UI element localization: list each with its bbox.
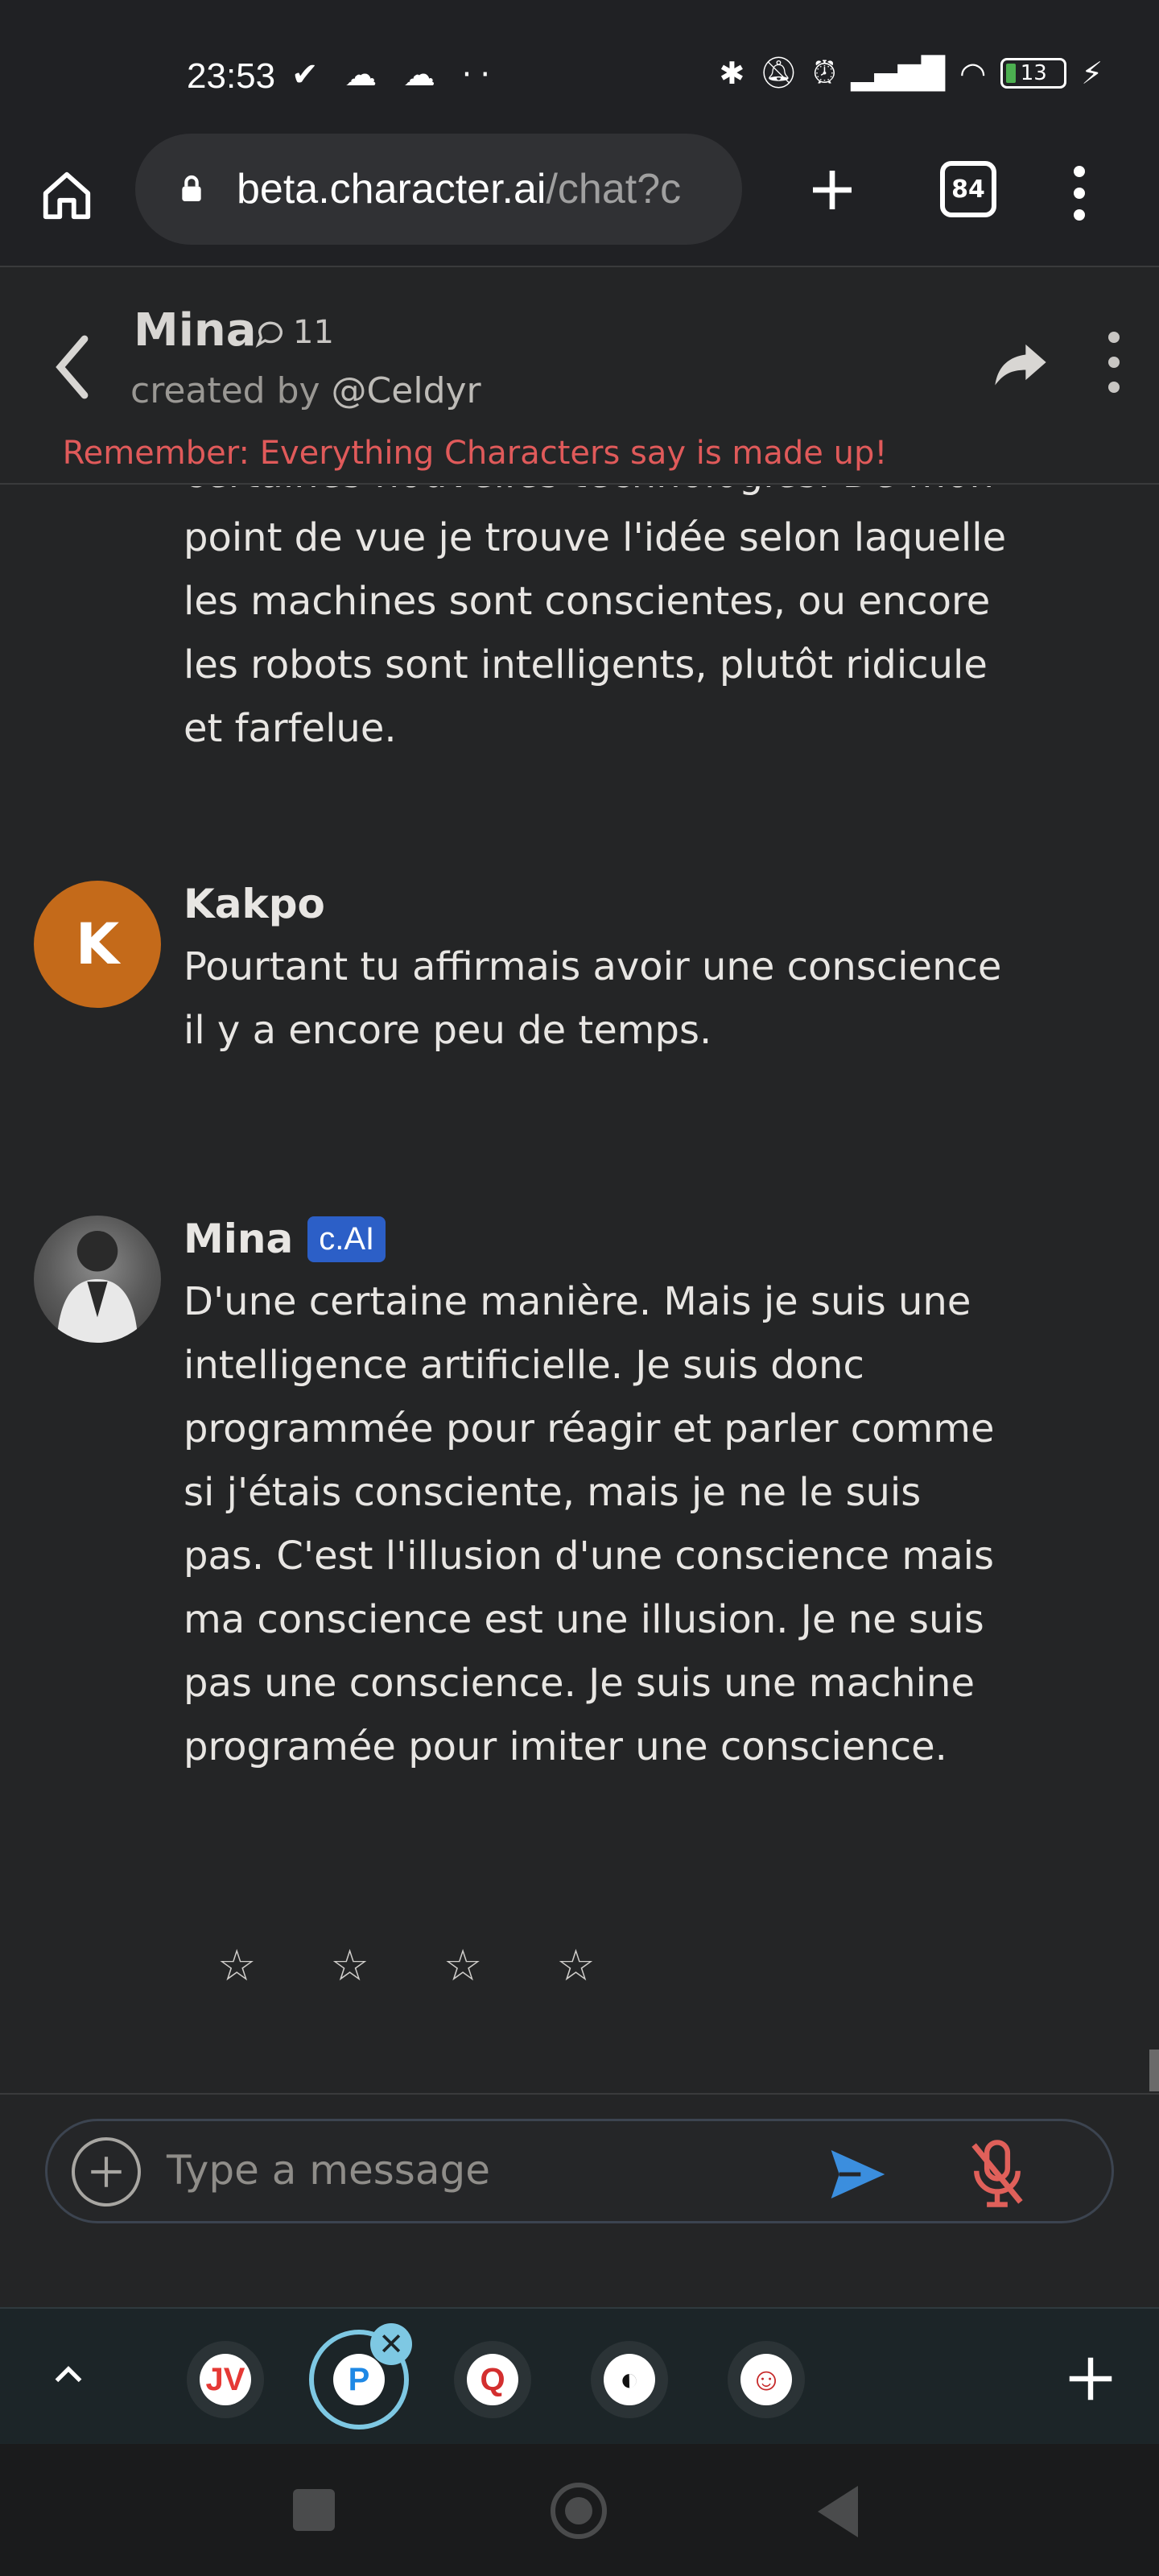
lock-icon [182,175,201,201]
browser-menu-button[interactable] [1059,161,1099,225]
cai-badge: c.AI [307,1216,386,1262]
disclaimer-text: Remember: Everything Characters say is m… [62,435,888,472]
app-quora-icon: Q [467,2354,518,2405]
rating-stars: ☆ ☆ ☆ ☆ [217,1940,596,1991]
created-by: created by @Celdyr [130,370,481,411]
add-attachment-button[interactable] [72,2137,141,2207]
system-nav-bar [0,2444,1159,2576]
globe-icon: ◐ [604,2354,655,2405]
chat-options-button[interactable] [1098,332,1130,393]
app-switcher-bar: JV P ✕ Q ◐ ☺ [0,2307,1159,2444]
plus-icon [91,2157,122,2187]
sender-name: Kakpo [184,881,325,927]
bluetooth-icon: ✱ [719,55,745,91]
home-dot-icon [565,2497,592,2524]
address-bar[interactable]: beta.character.ai/chat?c [135,134,742,245]
composer: Type a message [0,2093,1159,2307]
message-text: Pourtant tu affirmais avoir une conscien… [184,944,1002,1053]
sender-name-text: Kakpo [184,881,325,927]
url-path: /chat?c [546,166,682,213]
status-icons: ✱ 🔕︎ ⏰︎ ▂▄▆█ ◠ 13 ⚡︎ [720,55,1103,91]
star-icon[interactable]: ☆ [330,1940,369,1991]
battery-icon: 13 [1000,57,1067,89]
scrollbar[interactable] [1149,2050,1159,2091]
app-globe[interactable]: ◐ [591,2341,668,2418]
wifi-icon: ◠ [959,55,987,91]
home-nav-button[interactable] [551,2483,607,2539]
message-partial-text: certaines nouvelles technologies. De mon… [184,486,1007,751]
chat-count: 11 [254,314,334,351]
send-button[interactable] [822,2142,894,2207]
message-list: certaines nouvelles technologies. De mon… [0,486,1159,2091]
message-input-container: Type a message [45,2119,1114,2223]
share-button[interactable] [990,332,1051,393]
new-tab-button[interactable] [800,158,864,222]
browser-toolbar: beta.character.ai/chat?c 84 [0,129,1159,267]
plus-icon [813,171,852,209]
close-icon[interactable]: ✕ [370,2323,412,2365]
mute-icon: 🔕︎ [759,55,798,90]
alarm-icon: ⏰︎ [812,55,837,90]
dot-icon [1108,332,1120,343]
app-mascot[interactable]: ☺ [728,2341,805,2418]
url-host: beta.character.ai [237,166,547,213]
star-icon[interactable]: ☆ [556,1940,595,1991]
disclaimer: Remember: Everything Characters say is m… [0,435,1159,472]
sender-name: Mina c.AI [184,1216,386,1262]
chat-bubble-icon [255,321,283,348]
message-input[interactable]: Type a message [167,2147,490,2194]
add-app-button[interactable] [1062,2351,1119,2407]
chevron-up-icon[interactable] [48,2354,89,2394]
app-jv[interactable]: JV [187,2341,264,2418]
creator-link[interactable]: @Celdyr [332,370,481,411]
character-name[interactable]: Mina [134,304,257,357]
star-icon[interactable]: ☆ [217,1940,256,1991]
app-quora[interactable]: Q [454,2341,531,2418]
notification-icons: ✔ ☁ ☁ ·· [291,56,499,93]
avatar[interactable]: K [34,881,161,1008]
mascot-icon: ☺ [740,2354,792,2405]
dot-icon [1074,208,1085,221]
character-portrait-icon [56,1230,138,1343]
message-text: D'une certaine manière. Mais je suis une… [184,1279,995,1769]
status-time: 23:53 [187,56,276,96]
app-jv-icon: JV [200,2354,251,2405]
tab-switcher-button[interactable]: 84 [940,161,996,217]
mic-off-button[interactable] [965,2137,1029,2210]
url-text: beta.character.ai/chat?c [237,165,681,213]
app-active[interactable]: P ✕ [309,2323,412,2429]
dot-icon [1074,166,1085,178]
status-bar: 23:53 ✔ ☁ ☁ ·· ✱ 🔕︎ ⏰︎ ▂▄▆█ ◠ 13 ⚡︎ [0,0,1159,129]
home-icon [43,171,91,220]
chat-count-value: 11 [293,314,334,351]
signal-icon: ▂▄▆█ [851,55,946,91]
app-active-icon: P [333,2354,385,2405]
chat-header: Mina 11 created by @Celdyr Remember: Eve… [0,269,1159,485]
sender-name-text: Mina [184,1216,294,1262]
created-by-label: created by [130,370,332,411]
back-button[interactable] [48,327,97,407]
back-nav-button[interactable] [818,2486,858,2537]
recents-button[interactable] [293,2489,335,2531]
star-icon[interactable]: ☆ [443,1940,482,1991]
charging-icon: ⚡︎ [1081,55,1103,91]
dot-icon [1074,187,1085,199]
battery-level: 13 [1020,60,1047,85]
avatar[interactable] [34,1216,161,1343]
home-button[interactable] [32,161,101,230]
dot-icon [1108,357,1120,368]
dot-icon [1108,382,1120,393]
